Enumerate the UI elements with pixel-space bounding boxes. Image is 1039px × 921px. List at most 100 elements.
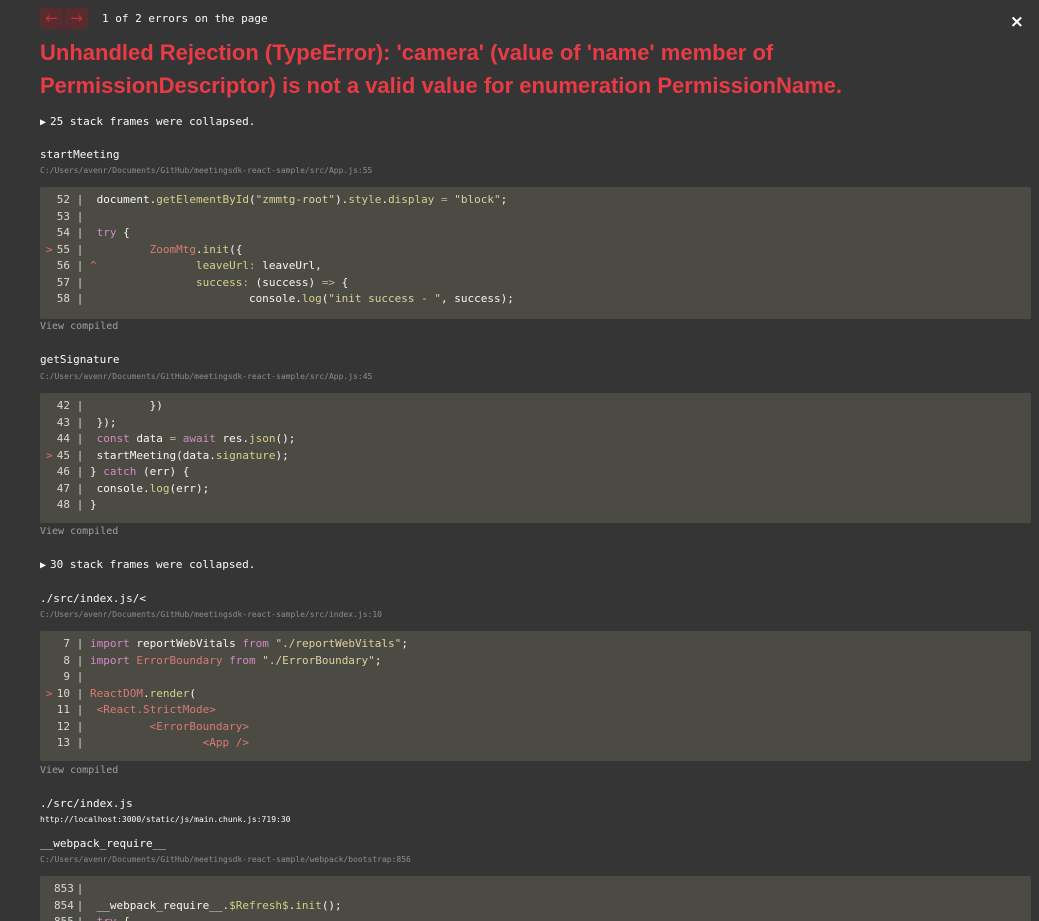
gutter-separator: | <box>76 193 84 206</box>
line-number: 55 <box>56 242 70 256</box>
code-line: 48 |} <box>40 497 1031 514</box>
code-token: $Refresh$ <box>229 898 289 912</box>
code-token: "./ErrorBoundary" <box>262 653 375 667</box>
error-line-marker: > <box>46 242 53 256</box>
gutter-separator: | <box>76 209 84 223</box>
code-token: __webpack_require__. <box>90 898 230 912</box>
line-number: 853 <box>54 882 74 895</box>
code-line: 13 | <App /> <box>40 735 1031 752</box>
code-token: leaveUrl, <box>255 259 322 272</box>
code-token: . <box>195 242 203 256</box>
view-compiled-link[interactable]: View compiled <box>40 526 118 537</box>
code-line: 853 | <box>40 881 1031 898</box>
code-token: init <box>295 898 322 912</box>
stack-frame-function: getSignature <box>40 353 120 366</box>
stack-frame-location[interactable]: C:/Users/avenr/Documents/GitHub/meetings… <box>40 372 372 381</box>
code-token: log <box>149 481 170 495</box>
code-token: => <box>321 275 336 289</box>
error-line-marker: > <box>46 448 53 462</box>
gutter-separator: | <box>76 736 84 749</box>
line-number: 43 <box>56 415 70 429</box>
code-token: render <box>149 686 190 700</box>
gutter-separator: | <box>76 399 84 412</box>
code-snippet: 7 | import reportWebVitals from "./reportW… <box>40 631 1031 761</box>
view-compiled-link[interactable]: View compiled <box>40 765 118 776</box>
code-line: 12 | <ErrorBoundary> <box>40 719 1031 736</box>
code-token: <App /> <box>202 736 249 749</box>
code-token: ; <box>401 637 408 650</box>
code-line: 854 | __webpack_require__. $Refresh$. init(… <box>40 898 1031 915</box>
gutter-separator: | <box>76 719 84 733</box>
code-token: } <box>90 465 104 478</box>
gutter-separator: | <box>76 292 84 305</box>
code-token: ^ <box>90 259 97 272</box>
stack-frame-location[interactable]: C:/Users/avenr/Documents/GitHub/meetings… <box>40 166 372 175</box>
stack-frame-location[interactable]: C:/Users/avenr/Documents/GitHub/meetings… <box>40 855 411 864</box>
code-token: ({ <box>229 242 243 256</box>
gutter-separator: | <box>76 703 84 716</box>
gutter-separator: | <box>76 898 84 912</box>
code-line: 46 |} catch (err) { <box>40 464 1031 481</box>
code-token: (); <box>321 898 342 912</box>
code-snippet: 42 | }) 43 | }); 44 | const data = await re… <box>40 393 1031 523</box>
gutter-separator: | <box>76 481 84 495</box>
code-snippet: 52 | document. getElementById("zmmtg-root"… <box>40 187 1031 319</box>
line-number: 47 <box>56 481 70 495</box>
line-number: 8 <box>63 653 70 667</box>
line-number: 53 <box>56 209 70 223</box>
line-number: 10 <box>56 686 70 700</box>
close-icon[interactable]: × <box>1010 11 1024 33</box>
gutter-separator: | <box>76 226 84 239</box>
code-token: getElementById <box>156 193 249 206</box>
stack-frame-function: startMeeting <box>40 148 120 161</box>
code-token: ; <box>500 193 508 206</box>
code-token: { <box>116 226 130 239</box>
code-line: 7 | import reportWebVitals from "./reportW… <box>40 636 1031 653</box>
code-snippet: 853 | 854 | __webpack_require__. $Refresh$.… <box>40 876 1031 921</box>
stack-frame-location[interactable]: http://localhost:3000/static/js/main.chu… <box>40 815 290 824</box>
code-token: from <box>229 653 256 667</box>
code-token: import <box>90 637 130 650</box>
code-token: log <box>301 292 322 305</box>
line-number: 855 <box>54 914 74 921</box>
code-line: 11 | <React.StrictMode> <box>40 702 1031 719</box>
code-token: leaveUrl <box>195 259 249 272</box>
line-number: 56 <box>56 259 70 272</box>
code-token: ); <box>275 448 289 462</box>
next-error-button[interactable]: → <box>65 7 88 29</box>
stack-frame-location[interactable]: C:/Users/avenr/Documents/GitHub/meetings… <box>40 610 382 619</box>
gutter-separator: | <box>76 415 84 429</box>
code-token: signature <box>215 448 276 462</box>
collapsed-frames-toggle[interactable]: ▶ 25 stack frames were collapsed. <box>40 115 255 128</box>
line-number: 52 <box>56 193 70 206</box>
code-token: init <box>202 242 230 256</box>
code-token: <ErrorBoundary> <box>149 719 249 733</box>
code-token: . <box>288 898 296 912</box>
code-token: "./reportWebVitals" <box>275 637 402 650</box>
view-compiled-link[interactable]: View compiled <box>40 321 118 332</box>
line-number: 12 <box>56 719 70 733</box>
code-token: = <box>169 432 177 445</box>
code-token: success <box>195 275 243 289</box>
expand-arrow-icon: ▶ <box>40 117 47 128</box>
previous-error-button[interactable]: ← <box>40 7 63 29</box>
gutter-separator: | <box>76 637 84 650</box>
code-line: 9 | <box>40 669 1031 686</box>
error-overlay: ← → 1 of 2 errors on the page × Unhandle… <box>0 0 1039 921</box>
code-line: 56 | ^ leaveUrl: leaveUrl, <box>40 258 1031 275</box>
code-token: display <box>388 193 435 206</box>
collapsed-frames-toggle[interactable]: ▶ 30 stack frames were collapsed. <box>40 558 255 571</box>
code-token: { <box>117 914 130 921</box>
code-line: >10 | ReactDOM. render( <box>40 686 1031 703</box>
gutter-separator: | <box>76 465 84 478</box>
code-line: 58 | console. log("init success - ", succe… <box>40 291 1031 308</box>
expand-arrow-icon: ▶ <box>40 560 47 571</box>
code-line: >45 | startMeeting(data. signature); <box>40 448 1031 465</box>
